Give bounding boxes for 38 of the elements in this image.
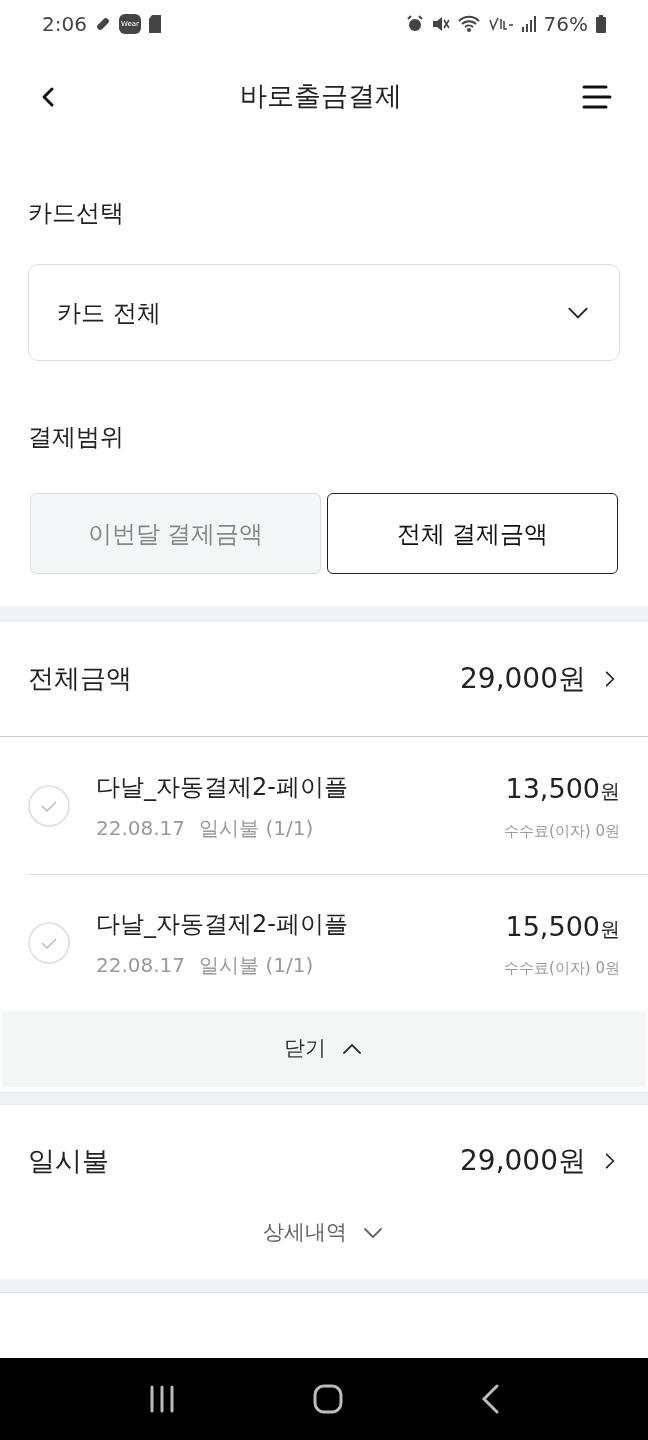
check-circle-icon[interactable] [28, 784, 70, 827]
section-label: 카드선택 [28, 198, 125, 229]
details-button[interactable]: 상세내역 [263, 1217, 385, 1249]
wifi-icon [457, 15, 480, 33]
total-label: 전체금액 [28, 662, 132, 695]
lump-sum-amount: 29,000원 [460, 1143, 586, 1179]
battery-icon [596, 15, 606, 33]
fee-text: 수수료(이자) 0원 [504, 958, 620, 979]
page-title: 바로출금결제 [240, 79, 402, 114]
sd-card-icon [148, 15, 161, 33]
merchant-name: 다날_자동결제2-페이플 [96, 771, 349, 803]
check-circle-icon[interactable] [28, 922, 70, 964]
installment-plan: 일시불 (1/1) [199, 952, 314, 979]
lump-sum-label: 일시불 [28, 1143, 109, 1178]
back-icon[interactable] [479, 1384, 500, 1414]
item-amount: 15,500 [505, 909, 600, 944]
alarm-icon [405, 15, 424, 33]
signal-icon [521, 16, 536, 32]
volte-icon [487, 17, 514, 31]
collapse-button[interactable]: 닫기 [2, 1011, 646, 1087]
menu-icon[interactable] [582, 83, 612, 110]
total-amount: 29,000원 [460, 660, 586, 697]
currency-unit: 원 [600, 915, 620, 943]
range-tab[interactable]: 전체 결제금액 [327, 493, 618, 574]
transaction-date: 22.08.17 [96, 814, 186, 842]
section-label: 결제범위 [28, 422, 125, 453]
battery-percent: 76% [543, 11, 588, 38]
recent-apps-icon[interactable] [148, 1385, 177, 1413]
transaction-date: 22.08.17 [96, 952, 186, 979]
fee-text: 수수료(이자) 0원 [504, 820, 620, 842]
installment-plan: 일시불 (1/1) [199, 814, 314, 842]
home-icon[interactable] [313, 1384, 343, 1414]
mute-icon [431, 15, 450, 33]
item-amount: 13,500 [505, 772, 600, 806]
card-dropdown[interactable]: 카드 전체 [28, 264, 620, 361]
currency-unit: 원 [600, 778, 620, 805]
status-time: 2:06 [42, 11, 87, 38]
merchant-name: 다날_자동결제2-페이플 [96, 909, 349, 940]
